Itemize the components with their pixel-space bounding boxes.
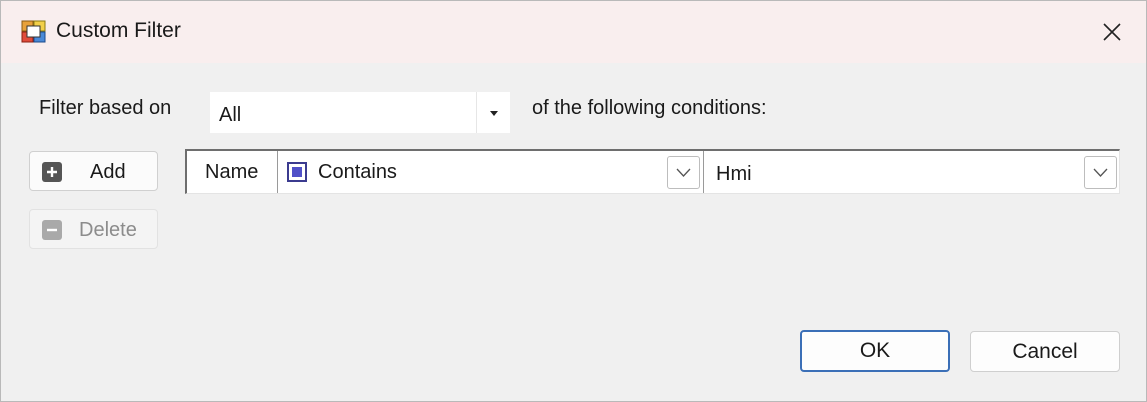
custom-filter-app-icon xyxy=(21,20,46,43)
condition-field-cell[interactable]: Name xyxy=(187,151,278,193)
plus-icon xyxy=(42,162,62,182)
close-button[interactable] xyxy=(1089,11,1135,53)
match-mode-value: All xyxy=(219,104,242,126)
delete-button-label: Delete xyxy=(79,219,137,241)
delete-condition-button[interactable]: Delete xyxy=(29,209,158,249)
condition-operator: Contains xyxy=(318,161,397,183)
close-icon xyxy=(1103,23,1121,41)
conditions-suffix-label: of the following conditions: xyxy=(532,97,767,119)
condition-field: Name xyxy=(205,161,259,183)
cancel-button[interactable]: Cancel xyxy=(970,331,1120,372)
condition-operator-combobox[interactable]: Contains xyxy=(278,151,703,193)
dropdown-arrow-icon[interactable] xyxy=(476,92,510,133)
chevron-down-icon[interactable] xyxy=(1084,156,1117,189)
condition-row: Name Contains Hmi xyxy=(185,149,1120,194)
ok-button[interactable]: OK xyxy=(800,330,950,372)
contains-operator-icon xyxy=(287,162,307,182)
custom-filter-dialog: Custom Filter Filter based on All of the… xyxy=(0,0,1147,402)
chevron-down-icon[interactable] xyxy=(667,156,700,189)
dialog-title: Custom Filter xyxy=(56,19,181,42)
match-mode-combobox[interactable]: All xyxy=(209,91,510,134)
condition-value: Hmi xyxy=(716,163,752,185)
condition-value-combobox[interactable]: Hmi xyxy=(703,151,1120,193)
minus-icon xyxy=(42,220,62,240)
add-button-label: Add xyxy=(90,161,126,183)
title-bar: Custom Filter xyxy=(1,1,1146,63)
filter-based-on-label: Filter based on xyxy=(39,97,172,119)
add-condition-button[interactable]: Add xyxy=(29,151,158,191)
